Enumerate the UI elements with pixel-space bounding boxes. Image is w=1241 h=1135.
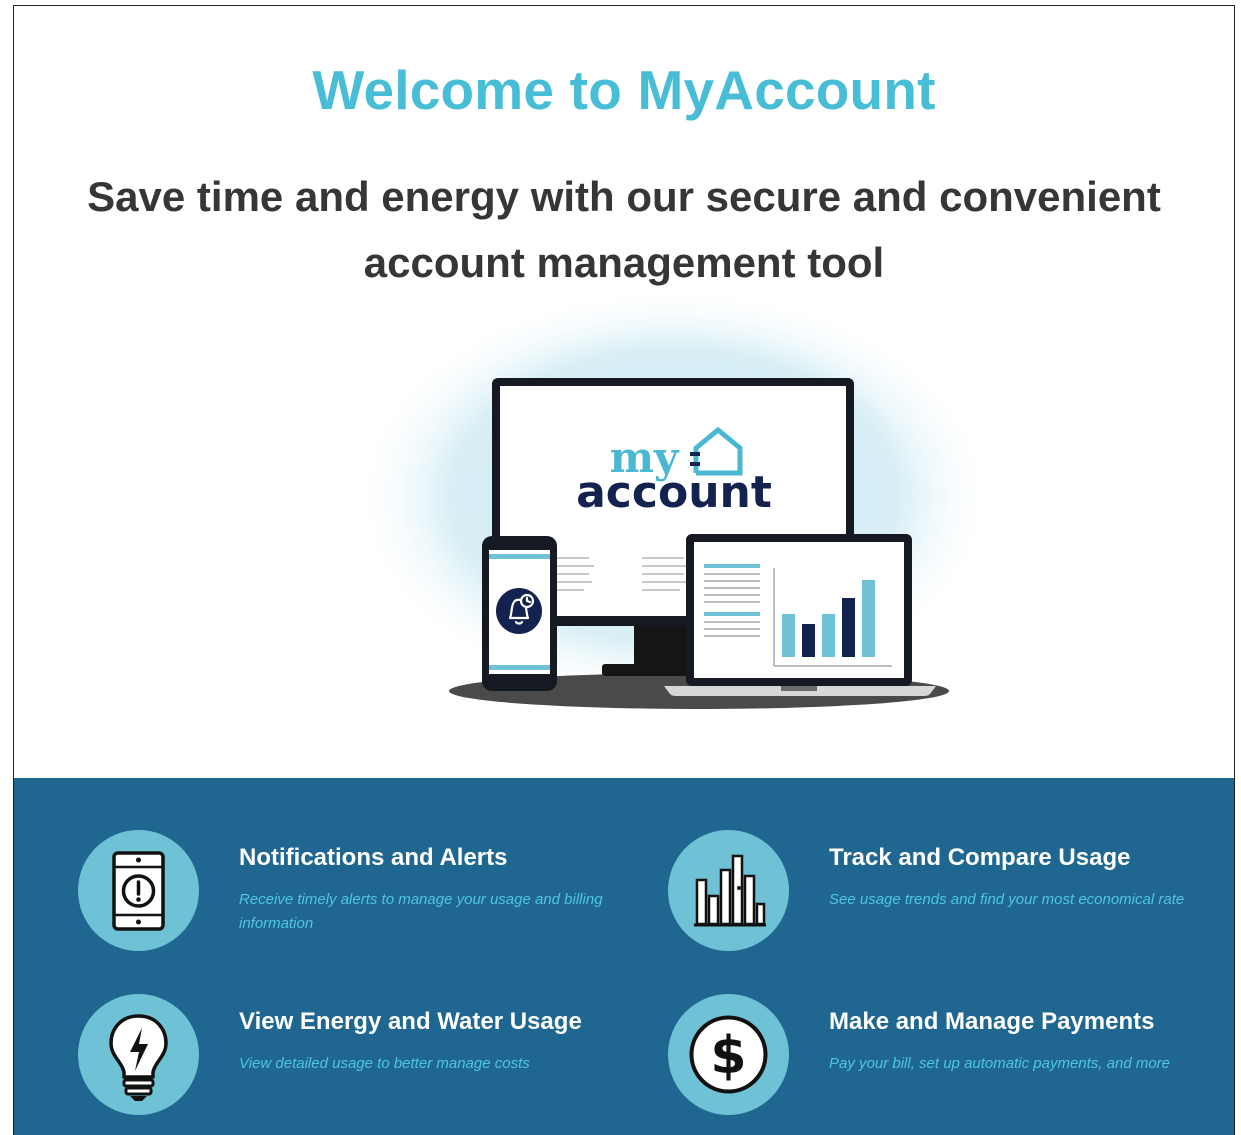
feature-description: See usage trends and find your most econ… <box>829 891 1185 908</box>
svg-text:$: $ <box>710 1026 746 1086</box>
bar-chart-icon <box>668 830 789 951</box>
features-section: Notifications and Alerts Receive timely … <box>14 778 1234 1135</box>
feature-view-usage[interactable]: View Energy and Water Usage View detaile… <box>78 994 638 1134</box>
feature-track-usage[interactable]: Track and Compare Usage See usage trends… <box>668 830 1228 970</box>
page-frame: Welcome to MyAccount Save time and energ… <box>13 5 1235 1135</box>
page-subtitle: Save time and energy with our secure and… <box>87 173 1161 286</box>
feature-description: Pay your bill, set up automatic payments… <box>829 1055 1171 1072</box>
feature-notifications[interactable]: Notifications and Alerts Receive timely … <box>78 830 638 970</box>
phone-bell-badge <box>496 588 542 634</box>
devices-illustration: my account <box>354 296 994 709</box>
feature-title: Make and Manage Payments <box>829 1008 1155 1035</box>
lightbulb-icon <box>78 994 199 1115</box>
feature-title: Notifications and Alerts <box>239 844 508 871</box>
feature-title: Track and Compare Usage <box>829 844 1131 871</box>
page-title: Welcome to MyAccount <box>312 59 936 121</box>
feature-description: Receive timely alerts to manage your usa… <box>239 891 603 932</box>
phone-alert-icon <box>78 830 199 951</box>
feature-title: View Energy and Water Usage <box>239 1008 582 1035</box>
logo-account: account <box>576 467 772 518</box>
dollar-icon: $ <box>668 994 789 1115</box>
feature-description: View detailed usage to better manage cos… <box>239 1055 530 1072</box>
feature-payments[interactable]: $ Make and Manage Payments Pay your bill… <box>668 994 1228 1134</box>
